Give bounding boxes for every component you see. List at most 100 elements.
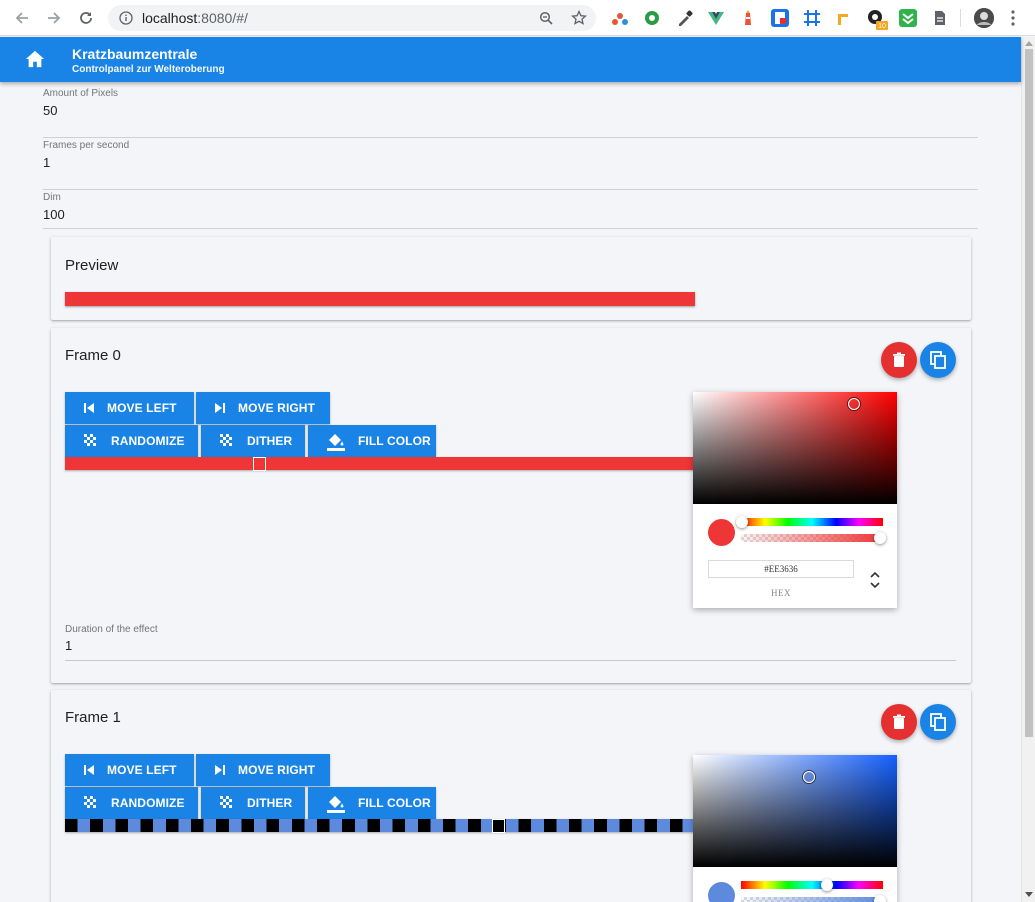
color-picker[interactable] (693, 755, 897, 902)
extension-icon-6[interactable] (771, 9, 789, 27)
toolbar-divider (960, 9, 961, 27)
star-icon (571, 10, 587, 25)
svg-text:10: 10 (878, 23, 886, 30)
button-label: DITHER (247, 796, 293, 810)
document-extension-icon[interactable] (931, 9, 949, 27)
checkerboard-icon (220, 796, 232, 808)
page-scrollbar[interactable] (1021, 37, 1035, 902)
frame-pixel-strip[interactable] (65, 819, 696, 833)
hue-knob[interactable] (736, 516, 748, 528)
trash-icon (893, 714, 905, 729)
dim-field[interactable]: Dim 100 (43, 192, 978, 229)
saturation-area[interactable] (693, 392, 897, 504)
reload-button[interactable] (76, 8, 96, 28)
fill-color-button[interactable]: FILL COLOR (308, 787, 436, 819)
hue-slider[interactable] (741, 879, 883, 891)
frame-pixel-strip[interactable] (65, 457, 696, 471)
menu-icon[interactable] (1011, 10, 1015, 31)
delete-frame-button[interactable] (881, 704, 917, 740)
current-color-swatch (708, 519, 735, 546)
preview-card: Preview (51, 237, 971, 320)
button-label: MOVE LEFT (107, 763, 177, 777)
info-icon (119, 11, 133, 25)
extension-icon-2[interactable] (643, 9, 661, 27)
dither-button[interactable]: DITHER (201, 787, 305, 819)
extension-icon-8[interactable] (835, 9, 853, 27)
copy-frame-button[interactable] (920, 704, 956, 740)
app-bar: Kratzbaumzentrale Controlpanel zur Welte… (0, 37, 1021, 82)
button-label: MOVE RIGHT (238, 763, 316, 777)
dither-button[interactable]: DITHER (201, 425, 305, 457)
duration-field[interactable]: Duration of the effect 1 (65, 624, 956, 661)
move-left-button[interactable]: MOVE LEFT (65, 392, 194, 424)
color-picker[interactable]: #EE3636 HEX (693, 392, 897, 608)
home-icon (25, 50, 45, 68)
selected-pixel[interactable] (253, 457, 266, 471)
hue-slider[interactable] (736, 516, 883, 528)
checkerboard-icon (220, 434, 232, 446)
alpha-slider[interactable] (741, 895, 886, 902)
grid-extension-icon[interactable] (803, 9, 821, 27)
button-label: RANDOMIZE (111, 796, 185, 810)
field-value[interactable]: 1 (65, 638, 72, 653)
move-right-button[interactable]: MOVE RIGHT (196, 754, 330, 786)
skip-next-icon (215, 765, 225, 775)
alpha-knob[interactable] (874, 532, 886, 544)
address-bar[interactable]: localhost:8080/#/ (108, 5, 596, 31)
home-button[interactable] (24, 49, 48, 71)
mode-toggle-button[interactable] (869, 570, 881, 590)
button-label: MOVE LEFT (107, 401, 177, 415)
extension-icon-10[interactable] (899, 9, 917, 27)
field-value[interactable]: 50 (43, 103, 57, 118)
back-button[interactable] (12, 8, 32, 28)
alpha-slider[interactable] (741, 532, 886, 544)
saturation-cursor[interactable] (848, 398, 860, 410)
skip-next-icon (215, 403, 225, 413)
frames-per-second-field[interactable]: Frames per second 1 (43, 140, 978, 190)
checkerboard-icon (84, 796, 96, 808)
zoom-icon (539, 11, 553, 25)
extension-icon-9[interactable]: 10 (867, 9, 888, 30)
fill-bucket-icon (327, 796, 345, 813)
hex-label: HEX (771, 588, 791, 598)
preview-title: Preview (65, 257, 119, 274)
field-value[interactable]: 1 (43, 155, 50, 170)
skip-previous-icon (84, 765, 94, 775)
move-left-button[interactable]: MOVE LEFT (65, 754, 194, 786)
preview-strip (65, 292, 695, 306)
field-label: Duration of the effect (65, 624, 158, 635)
copy-icon (930, 713, 946, 731)
saturation-area[interactable] (693, 755, 897, 867)
extension-icon-1[interactable] (611, 9, 629, 27)
delete-frame-button[interactable] (881, 342, 917, 378)
hex-input[interactable]: #EE3636 (708, 560, 854, 578)
eyedropper-extension-icon[interactable] (676, 9, 694, 27)
vue-devtools-icon[interactable] (707, 9, 725, 27)
button-label: FILL COLOR (358, 796, 431, 810)
scroll-thumb[interactable] (1025, 49, 1033, 737)
lighthouse-icon[interactable] (739, 9, 757, 27)
scroll-up-arrow-icon[interactable] (1025, 41, 1033, 46)
frame-card-0: Frame 0 MOVE LEFT MOVE RIGHT RANDOMIZE D… (51, 328, 971, 683)
field-value[interactable]: 100 (43, 207, 65, 222)
copy-frame-button[interactable] (920, 342, 956, 378)
alpha-knob[interactable] (874, 895, 886, 902)
field-label: Frames per second (43, 140, 130, 151)
button-label: DITHER (247, 434, 293, 448)
amount-of-pixels-field[interactable]: Amount of Pixels 50 (43, 88, 978, 138)
saturation-cursor[interactable] (803, 771, 815, 783)
move-right-button[interactable]: MOVE RIGHT (196, 392, 330, 424)
fill-color-button[interactable]: FILL COLOR (308, 425, 436, 457)
profile-avatar[interactable] (974, 8, 994, 28)
selected-pixel[interactable] (492, 819, 505, 833)
reload-icon (80, 12, 92, 24)
scroll-down-arrow-icon[interactable] (1025, 892, 1033, 897)
url-text: localhost:8080/#/ (142, 10, 248, 26)
button-label: RANDOMIZE (111, 434, 185, 448)
app-title: Kratzbaumzentrale (72, 46, 198, 62)
hue-knob[interactable] (821, 879, 833, 891)
forward-button[interactable] (44, 8, 64, 28)
randomize-button[interactable]: RANDOMIZE (65, 787, 198, 819)
frame-title: Frame 0 (65, 347, 121, 364)
randomize-button[interactable]: RANDOMIZE (65, 425, 198, 457)
